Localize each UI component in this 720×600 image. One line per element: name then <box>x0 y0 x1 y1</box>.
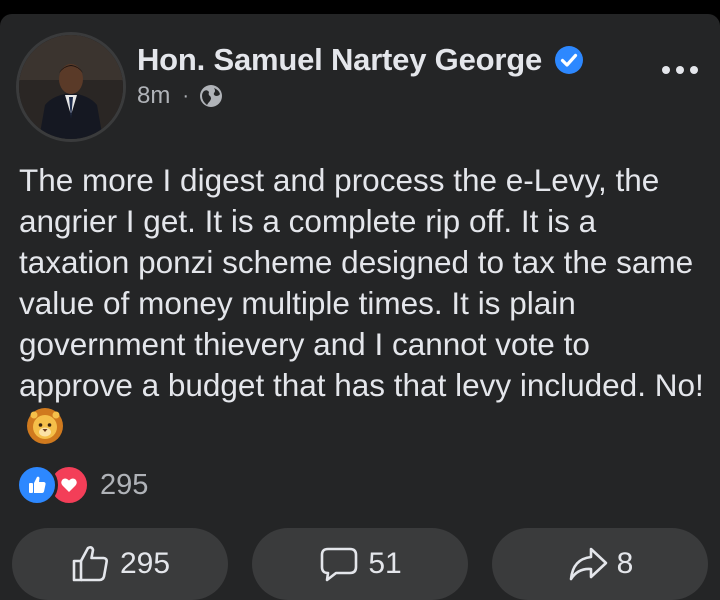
dot-icon <box>676 66 684 74</box>
post-time[interactable]: 8m <box>137 82 170 110</box>
globe-icon <box>200 85 223 107</box>
reaction-count: 295 <box>100 468 149 501</box>
post-text: The more I digest and process the e-Levy… <box>19 162 704 403</box>
share-icon <box>569 547 607 581</box>
comment-count: 51 <box>368 547 402 580</box>
author-avatar[interactable] <box>16 32 126 142</box>
share-count: 8 <box>616 547 634 580</box>
meta-separator: · <box>182 84 190 107</box>
author-row: Hon. Samuel Nartey George <box>137 42 584 78</box>
post-body: The more I digest and process the e-Levy… <box>19 160 709 447</box>
action-bar: 295 51 8 <box>12 528 708 600</box>
like-button[interactable]: 295 <box>12 528 228 600</box>
share-button[interactable]: 8 <box>492 528 708 600</box>
post-meta: 8m · <box>137 82 223 110</box>
verified-badge-icon <box>555 46 584 74</box>
dot-icon <box>690 66 698 74</box>
thumbs-up-icon <box>72 546 108 582</box>
dot-icon <box>662 66 670 74</box>
more-options-button[interactable] <box>662 66 698 74</box>
comment-button[interactable]: 51 <box>252 528 468 600</box>
post-card: Hon. Samuel Nartey George 8m · The more … <box>0 14 720 600</box>
lion-face-emoji <box>27 407 63 444</box>
reaction-summary[interactable]: 295 <box>16 464 148 506</box>
author-name[interactable]: Hon. Samuel Nartey George <box>137 42 542 78</box>
comment-icon <box>321 547 358 582</box>
like-icon <box>16 464 58 506</box>
like-count: 295 <box>119 547 171 580</box>
